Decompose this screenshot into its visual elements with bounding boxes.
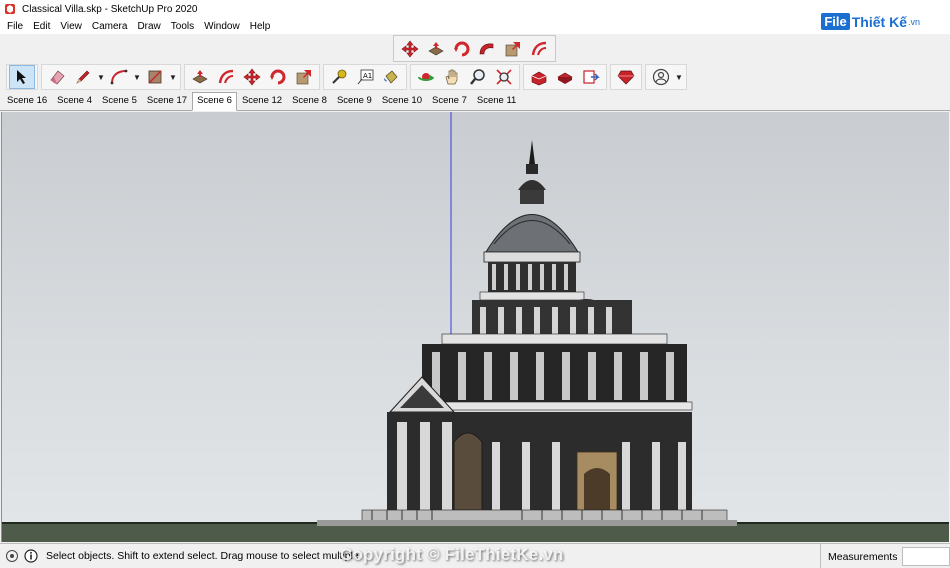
push-pull-icon[interactable]	[187, 65, 213, 89]
main-toolbar: ▼ ▼ ▼ A1 ▼	[0, 62, 950, 92]
villa-model[interactable]	[2, 112, 949, 542]
brand-logo-box: File	[821, 13, 850, 30]
brand-logo-ext: .vn	[907, 16, 920, 27]
pan-icon[interactable]	[439, 65, 465, 89]
account-icon[interactable]	[648, 65, 674, 89]
text-icon[interactable]: A1	[352, 65, 378, 89]
menu-camera[interactable]: Camera	[87, 21, 133, 32]
move-icon[interactable]	[397, 37, 423, 61]
menu-draw[interactable]: Draw	[132, 21, 165, 32]
zoom-extents-icon[interactable]	[491, 65, 517, 89]
title-bar: Classical Villa.skp - SketchUp Pro 2020	[0, 0, 950, 18]
tab-scene[interactable]: Scene 10	[377, 92, 427, 110]
rectangle-icon[interactable]	[142, 65, 168, 89]
rotate-icon[interactable]	[449, 37, 475, 61]
toolbar-group-account: ▼	[645, 64, 687, 90]
ruby-icon[interactable]	[613, 65, 639, 89]
account-dropdown-icon[interactable]: ▼	[674, 65, 684, 89]
tab-scene[interactable]: Scene 4	[52, 92, 97, 110]
arc-icon[interactable]	[106, 65, 132, 89]
menu-bar: File Edit View Camera Draw Tools Window …	[0, 18, 950, 34]
menu-edit[interactable]: Edit	[28, 21, 55, 32]
follow-me-icon[interactable]	[474, 37, 500, 61]
eraser-icon[interactable]	[44, 65, 70, 89]
select-icon[interactable]	[9, 65, 35, 89]
offset-icon[interactable]	[213, 65, 239, 89]
menu-file[interactable]: File	[2, 21, 28, 32]
tab-scene[interactable]: Scene 16	[2, 92, 52, 110]
toolbar-group-edit	[184, 64, 320, 90]
tab-scene[interactable]: Scene 11	[472, 92, 521, 110]
window-title: Classical Villa.skp - SketchUp Pro 2020	[22, 3, 198, 15]
sketchup-logo-icon	[5, 4, 15, 14]
measurements-label: Measurements	[820, 544, 897, 568]
toolbar-group-construction: A1	[323, 64, 407, 90]
scale-icon[interactable]	[500, 37, 526, 61]
move-icon[interactable]	[239, 65, 265, 89]
tab-scene[interactable]: Scene 5	[97, 92, 142, 110]
warehouse-icon[interactable]	[526, 65, 552, 89]
toolbar-group-draw: ▼ ▼ ▼	[41, 64, 181, 90]
arc-dropdown-icon[interactable]: ▼	[132, 65, 142, 89]
menu-window[interactable]: Window	[199, 21, 245, 32]
toolbar-group-warehouse	[523, 64, 607, 90]
tab-scene[interactable]: Scene 7	[427, 92, 472, 110]
tab-scene[interactable]: Scene 9	[332, 92, 377, 110]
info-icon[interactable]	[24, 549, 38, 563]
toolbar-group-select	[6, 64, 38, 90]
paint-bucket-icon[interactable]	[378, 65, 404, 89]
tab-scene[interactable]: Scene 8	[287, 92, 332, 110]
toolbar-group-ruby	[610, 64, 642, 90]
scene-tabs: Scene 16 Scene 4 Scene 5 Scene 17 Scene …	[0, 92, 950, 111]
tab-scene-active[interactable]: Scene 6	[192, 92, 237, 111]
brand-logo-text: Thiết Kế	[851, 13, 907, 30]
svg-text:A1: A1	[363, 72, 372, 80]
model-viewport[interactable]	[1, 112, 949, 542]
status-message: Select objects. Shift to extend select. …	[46, 550, 362, 562]
toolbar-group-camera	[410, 64, 520, 90]
brand-logo: File Thiết Kế .vn	[821, 13, 920, 30]
menu-tools[interactable]: Tools	[166, 21, 199, 32]
offset-icon[interactable]	[526, 37, 552, 61]
orbit-icon[interactable]	[413, 65, 439, 89]
rectangle-dropdown-icon[interactable]: ▼	[168, 65, 178, 89]
menu-help[interactable]: Help	[245, 21, 276, 32]
tape-measure-icon[interactable]	[326, 65, 352, 89]
status-bar: Select objects. Shift to extend select. …	[0, 543, 950, 568]
tab-scene[interactable]: Scene 12	[237, 92, 287, 110]
send-to-layout-icon[interactable]	[578, 65, 604, 89]
copyright-watermark: Copyright © FileThietKe.vn	[340, 545, 564, 564]
push-pull-icon[interactable]	[423, 37, 449, 61]
zoom-icon[interactable]	[465, 65, 491, 89]
menu-view[interactable]: View	[55, 21, 87, 32]
rotate-icon[interactable]	[265, 65, 291, 89]
extension-warehouse-icon[interactable]	[552, 65, 578, 89]
tab-scene[interactable]: Scene 17	[142, 92, 192, 110]
pencil-dropdown-icon[interactable]: ▼	[96, 65, 106, 89]
floating-toolbar	[393, 35, 556, 62]
measurements-input[interactable]	[902, 547, 950, 566]
scale-icon[interactable]	[291, 65, 317, 89]
geo-location-icon[interactable]	[5, 549, 19, 563]
pencil-icon[interactable]	[70, 65, 96, 89]
